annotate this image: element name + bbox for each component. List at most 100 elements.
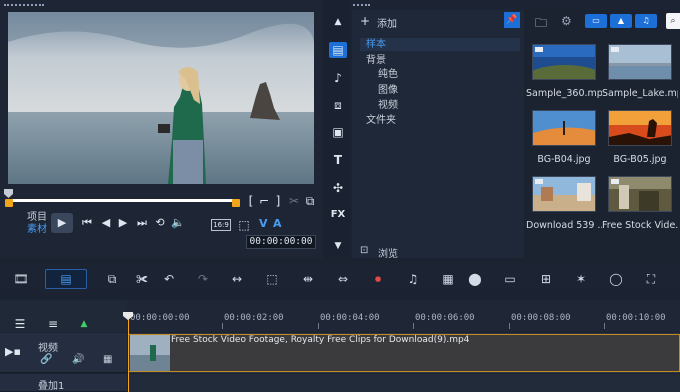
mask-icon[interactable]: ◯ <box>607 270 625 288</box>
text-icon[interactable]: T <box>329 152 347 168</box>
scroll-up-icon[interactable]: ▲ <box>329 14 347 30</box>
mode-clip[interactable]: 素材 <box>27 224 47 236</box>
ruler-tick-label: 00:00:06:00 <box>415 313 475 323</box>
video-badge-icon <box>611 47 619 52</box>
tree-item-image[interactable]: 图像 <box>378 84 398 97</box>
settings-icon[interactable]: ⚙ <box>561 14 572 28</box>
search-icon[interactable]: ⌕ <box>666 13 680 29</box>
fit-timeline-icon[interactable]: ⛶ <box>642 270 660 288</box>
media-thumbnail[interactable] <box>608 176 672 212</box>
scroll-down-icon[interactable]: ▼ <box>329 238 347 254</box>
media-name: BG-B05.jpg <box>613 154 667 165</box>
expand-icon[interactable]: ⇔ <box>334 270 352 288</box>
mode-project[interactable]: 项目 <box>27 212 47 224</box>
fx-icon[interactable]: FX <box>329 207 347 223</box>
timeline-view-button[interactable]: ▤ <box>45 269 87 289</box>
crop-icon[interactable]: ⬚ <box>263 270 281 288</box>
title-effect-icon[interactable]: ▣ <box>329 124 347 140</box>
audio-mix-icon[interactable]: ♫ <box>404 270 422 288</box>
go-to-end-icon[interactable]: ⏭ <box>134 215 150 231</box>
track-volume-icon[interactable]: 🔊 <box>72 354 84 365</box>
video-badge-icon <box>535 47 543 52</box>
mark-out-marker[interactable] <box>232 199 240 207</box>
undo-icon[interactable]: ↶ <box>160 270 178 288</box>
media-icon[interactable]: ▤ <box>329 42 347 58</box>
media-name: Sample_Lake.mp4 <box>602 88 678 99</box>
video-track-icon: ▶▪ <box>5 345 21 358</box>
previous-frame-icon[interactable]: ◀ <box>98 215 114 231</box>
tree-item-folder[interactable]: 文件夹 <box>366 114 396 127</box>
next-frame-icon[interactable]: ▶ <box>115 215 131 231</box>
media-thumbnail[interactable] <box>532 110 596 146</box>
add-folder-button[interactable]: 添加 <box>377 15 397 30</box>
browse-button[interactable]: ⊡ 浏览 <box>352 244 524 260</box>
copy-icon[interactable]: ⧉ <box>302 193 318 209</box>
media-name: BG-B04.jpg <box>537 154 591 165</box>
overlay-track-lane[interactable] <box>128 374 680 392</box>
fit-project-icon[interactable]: ↔ <box>228 270 246 288</box>
ruler-tick-label: 00:00:02:00 <box>224 313 284 323</box>
expand-tracks-icon[interactable]: ▲ <box>76 316 92 332</box>
media-thumbnail[interactable] <box>532 44 596 80</box>
add-icon[interactable]: + <box>360 14 370 28</box>
transition-icon[interactable]: ⧈ <box>329 97 347 113</box>
video-toggle[interactable]: V <box>259 217 268 230</box>
playback-mode-selector[interactable]: 项目 素材 <box>27 212 47 236</box>
overlay-track-header[interactable]: 叠加1 <box>0 374 127 392</box>
timecode-display[interactable]: 00:00:00:00 <box>246 235 316 249</box>
repeat-icon[interactable]: ⟲ <box>152 215 168 231</box>
ruler-tick-label: 00:00:10:00 <box>606 313 666 323</box>
audio-toggle[interactable]: A <box>273 217 282 230</box>
media-name: Download 539 ... <box>526 220 602 231</box>
mark-out-icon[interactable]: ] <box>270 193 286 209</box>
graphics-icon[interactable]: ✣ <box>329 180 347 196</box>
add-track-icon[interactable]: ≡ <box>45 316 61 332</box>
media-thumbnail[interactable] <box>532 176 596 212</box>
enlarge-icon[interactable]: ⬚ <box>236 217 252 233</box>
ruler-tick-label: 00:00:04:00 <box>320 313 380 323</box>
go-to-start-icon[interactable]: ⏮ <box>79 215 95 231</box>
track-name: 叠加1 <box>38 381 65 392</box>
color-icon[interactable]: ⬤ <box>466 270 484 288</box>
pin-icon[interactable]: 📌 <box>504 12 520 28</box>
show-audio-button[interactable]: ♫ <box>635 14 657 28</box>
redo-icon[interactable]: ↷ <box>194 270 212 288</box>
media-thumbnail[interactable] <box>608 44 672 80</box>
browse-icon: ⊡ <box>360 245 369 256</box>
split-screen-icon[interactable]: ⊞ <box>537 270 555 288</box>
ripple-icon[interactable]: ▦ <box>103 354 112 365</box>
ruler-tick-label: 00:00:08:00 <box>511 313 571 323</box>
motion-icon[interactable]: ✶ <box>572 270 590 288</box>
track-manager-icon[interactable]: ⧉ <box>103 270 121 288</box>
show-photos-button[interactable]: ▲ <box>610 14 632 28</box>
video-badge-icon <box>535 179 543 184</box>
video-track-header[interactable]: ▶▪ 视频 🔗 🔊 ▦ <box>0 333 127 373</box>
media-thumbnail[interactable] <box>608 110 672 146</box>
scrubber-track[interactable] <box>8 199 236 202</box>
mark-in-marker[interactable] <box>5 199 13 207</box>
show-videos-button[interactable]: ▭ <box>585 14 607 28</box>
tree-item-solid-color[interactable]: 纯色 <box>378 68 398 81</box>
record-icon[interactable]: ⏺ <box>369 270 387 288</box>
play-button[interactable]: ▶ <box>51 213 73 233</box>
panel-grip[interactable] <box>4 4 44 6</box>
import-folder-icon[interactable]: 🗀 <box>535 14 547 35</box>
library-side-bar: ▲ ▤ ♪ ⧈ ▣ T ✣ FX ▼ <box>324 0 351 258</box>
subtitle-icon[interactable]: ▭ <box>501 270 519 288</box>
clip-thumbnail <box>130 335 170 371</box>
multicam-icon[interactable]: ▦ <box>439 270 457 288</box>
tree-item-background[interactable]: 背景 <box>366 54 386 67</box>
volume-icon[interactable]: 🔈 <box>170 215 186 231</box>
playhead[interactable] <box>128 313 129 392</box>
music-icon[interactable]: ♪ <box>329 70 347 86</box>
tree-item-video[interactable]: 视频 <box>378 99 398 112</box>
ruler-tick <box>604 323 605 329</box>
tree-item-samples[interactable]: 样本 <box>366 38 386 51</box>
storyboard-view-icon[interactable]: 🎞 <box>12 270 30 288</box>
link-icon[interactable]: 🔗 <box>40 354 52 365</box>
tools-icon[interactable]: ✀ <box>133 270 151 288</box>
split-icon[interactable]: ⇹ <box>299 270 317 288</box>
track-manager-small-icon[interactable]: ☰ <box>12 316 28 332</box>
aspect-ratio-button[interactable]: 16:9 <box>211 219 231 231</box>
cut-icon[interactable]: ✂ <box>286 193 302 209</box>
